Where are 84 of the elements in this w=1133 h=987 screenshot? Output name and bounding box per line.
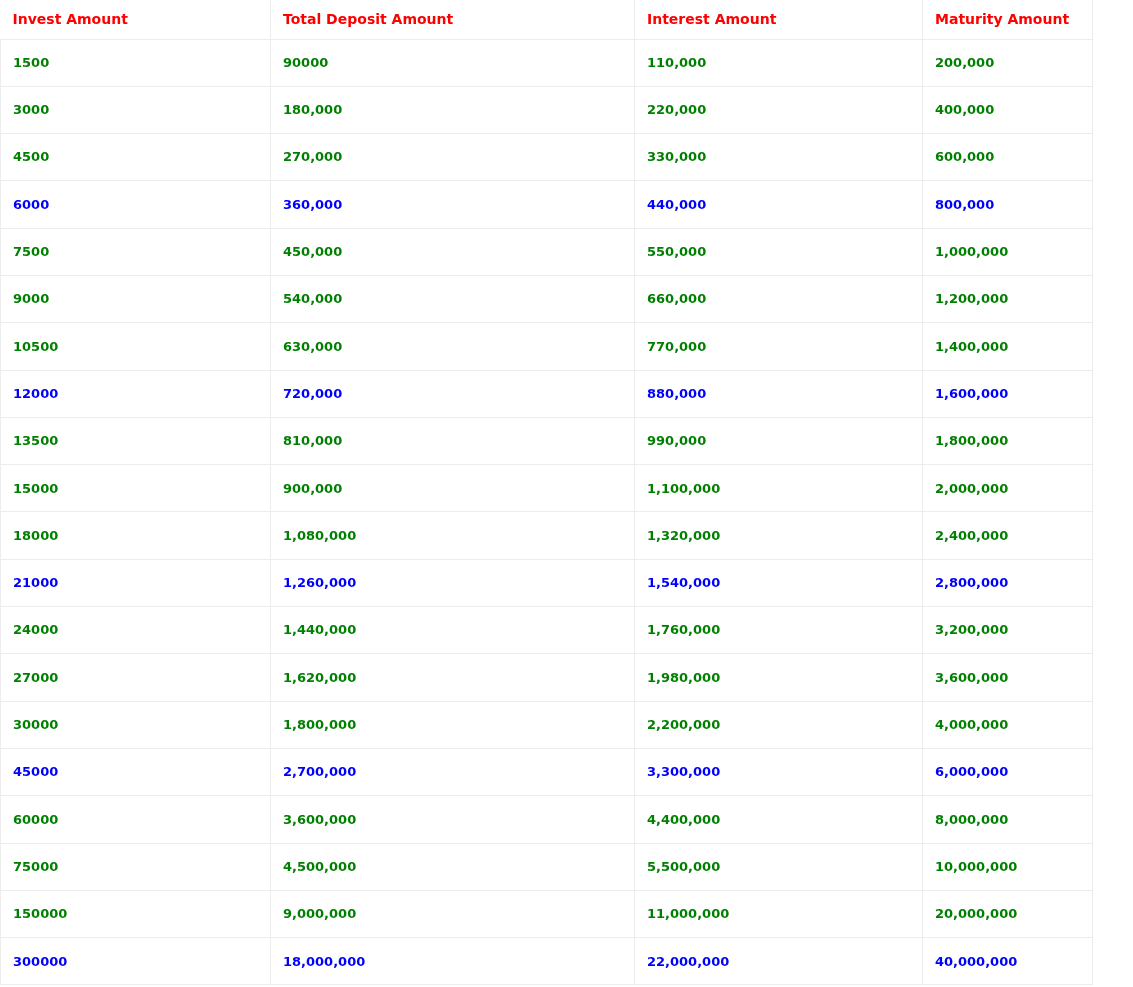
table-cell: 4500 bbox=[0, 133, 271, 181]
table-cell: 1500 bbox=[0, 39, 271, 87]
table-cell: 800,000 bbox=[922, 180, 1093, 229]
table-cell: 360,000 bbox=[270, 180, 635, 229]
column-header: Interest Amount bbox=[634, 0, 923, 39]
table-cell: 1,600,000 bbox=[922, 370, 1093, 418]
table-cell: 12000 bbox=[0, 370, 271, 418]
table-cell: 3,600,000 bbox=[270, 795, 635, 844]
table-cell: 1,620,000 bbox=[270, 653, 635, 702]
table-cell: 20,000,000 bbox=[922, 890, 1093, 938]
table-cell: 90000 bbox=[270, 39, 635, 87]
table-cell: 400,000 bbox=[922, 86, 1093, 134]
table-cell: 7500 bbox=[0, 228, 271, 276]
table-cell: 1,260,000 bbox=[270, 559, 635, 607]
table-cell: 200,000 bbox=[922, 39, 1093, 87]
table-cell: 3000 bbox=[0, 86, 271, 134]
table-cell: 540,000 bbox=[270, 275, 635, 323]
table-cell: 1,080,000 bbox=[270, 511, 635, 560]
table-cell: 270,000 bbox=[270, 133, 635, 181]
table-cell: 1,200,000 bbox=[922, 275, 1093, 323]
table-cell: 3,600,000 bbox=[922, 653, 1093, 702]
table-cell: 1,540,000 bbox=[634, 559, 923, 607]
table-cell: 24000 bbox=[0, 606, 271, 654]
table-cell: 27000 bbox=[0, 653, 271, 702]
table-cell: 10,000,000 bbox=[922, 843, 1093, 891]
table-cell: 10500 bbox=[0, 322, 271, 371]
table-cell: 2,400,000 bbox=[922, 511, 1093, 560]
table-cell: 2,200,000 bbox=[634, 701, 923, 749]
table-cell: 4,400,000 bbox=[634, 795, 923, 844]
table-cell: 18,000,000 bbox=[270, 937, 635, 985]
table-cell: 4,000,000 bbox=[922, 701, 1093, 749]
table-cell: 630,000 bbox=[270, 322, 635, 371]
table-cell: 770,000 bbox=[634, 322, 923, 371]
table-cell: 1,440,000 bbox=[270, 606, 635, 654]
table-cell: 300000 bbox=[0, 937, 271, 985]
table-cell: 180,000 bbox=[270, 86, 635, 134]
table-cell: 1,760,000 bbox=[634, 606, 923, 654]
table-cell: 880,000 bbox=[634, 370, 923, 418]
table-cell: 6,000,000 bbox=[922, 748, 1093, 796]
table-cell: 1,800,000 bbox=[270, 701, 635, 749]
table-cell: 22,000,000 bbox=[634, 937, 923, 985]
table-cell: 810,000 bbox=[270, 417, 635, 465]
table-cell: 18000 bbox=[0, 511, 271, 560]
table-cell: 720,000 bbox=[270, 370, 635, 418]
table-cell: 11,000,000 bbox=[634, 890, 923, 938]
table-cell: 1,980,000 bbox=[634, 653, 923, 702]
table-cell: 440,000 bbox=[634, 180, 923, 229]
table-cell: 21000 bbox=[0, 559, 271, 607]
table-cell: 1,800,000 bbox=[922, 417, 1093, 465]
table-cell: 1,000,000 bbox=[922, 228, 1093, 276]
table-cell: 1,100,000 bbox=[634, 464, 923, 512]
table-cell: 15000 bbox=[0, 464, 271, 512]
table-cell: 220,000 bbox=[634, 86, 923, 134]
table-cell: 660,000 bbox=[634, 275, 923, 323]
table-cell: 600,000 bbox=[922, 133, 1093, 181]
table-cell: 5,500,000 bbox=[634, 843, 923, 891]
table-cell: 9000 bbox=[0, 275, 271, 323]
table-cell: 3,200,000 bbox=[922, 606, 1093, 654]
table-cell: 330,000 bbox=[634, 133, 923, 181]
column-header: Total Deposit Amount bbox=[270, 0, 635, 39]
table-cell: 110,000 bbox=[634, 39, 923, 87]
table-cell: 150000 bbox=[0, 890, 271, 938]
table-cell: 2,700,000 bbox=[270, 748, 635, 796]
table-cell: 13500 bbox=[0, 417, 271, 465]
table-cell: 40,000,000 bbox=[922, 937, 1093, 985]
table-cell: 9,000,000 bbox=[270, 890, 635, 938]
table-cell: 75000 bbox=[0, 843, 271, 891]
column-header: Invest Amount bbox=[0, 0, 271, 39]
table-cell: 60000 bbox=[0, 795, 271, 844]
table-cell: 1,320,000 bbox=[634, 511, 923, 560]
table-cell: 30000 bbox=[0, 701, 271, 749]
table-cell: 4,500,000 bbox=[270, 843, 635, 891]
table-cell: 450,000 bbox=[270, 228, 635, 276]
table-cell: 2,800,000 bbox=[922, 559, 1093, 607]
table-cell: 550,000 bbox=[634, 228, 923, 276]
table-cell: 2,000,000 bbox=[922, 464, 1093, 512]
table-cell: 3,300,000 bbox=[634, 748, 923, 796]
table-cell: 1,400,000 bbox=[922, 322, 1093, 371]
table-cell: 900,000 bbox=[270, 464, 635, 512]
table-cell: 6000 bbox=[0, 180, 271, 229]
column-header: Maturity Amount bbox=[922, 0, 1093, 39]
table-cell: 8,000,000 bbox=[922, 795, 1093, 844]
table-cell: 45000 bbox=[0, 748, 271, 796]
table-cell: 990,000 bbox=[634, 417, 923, 465]
